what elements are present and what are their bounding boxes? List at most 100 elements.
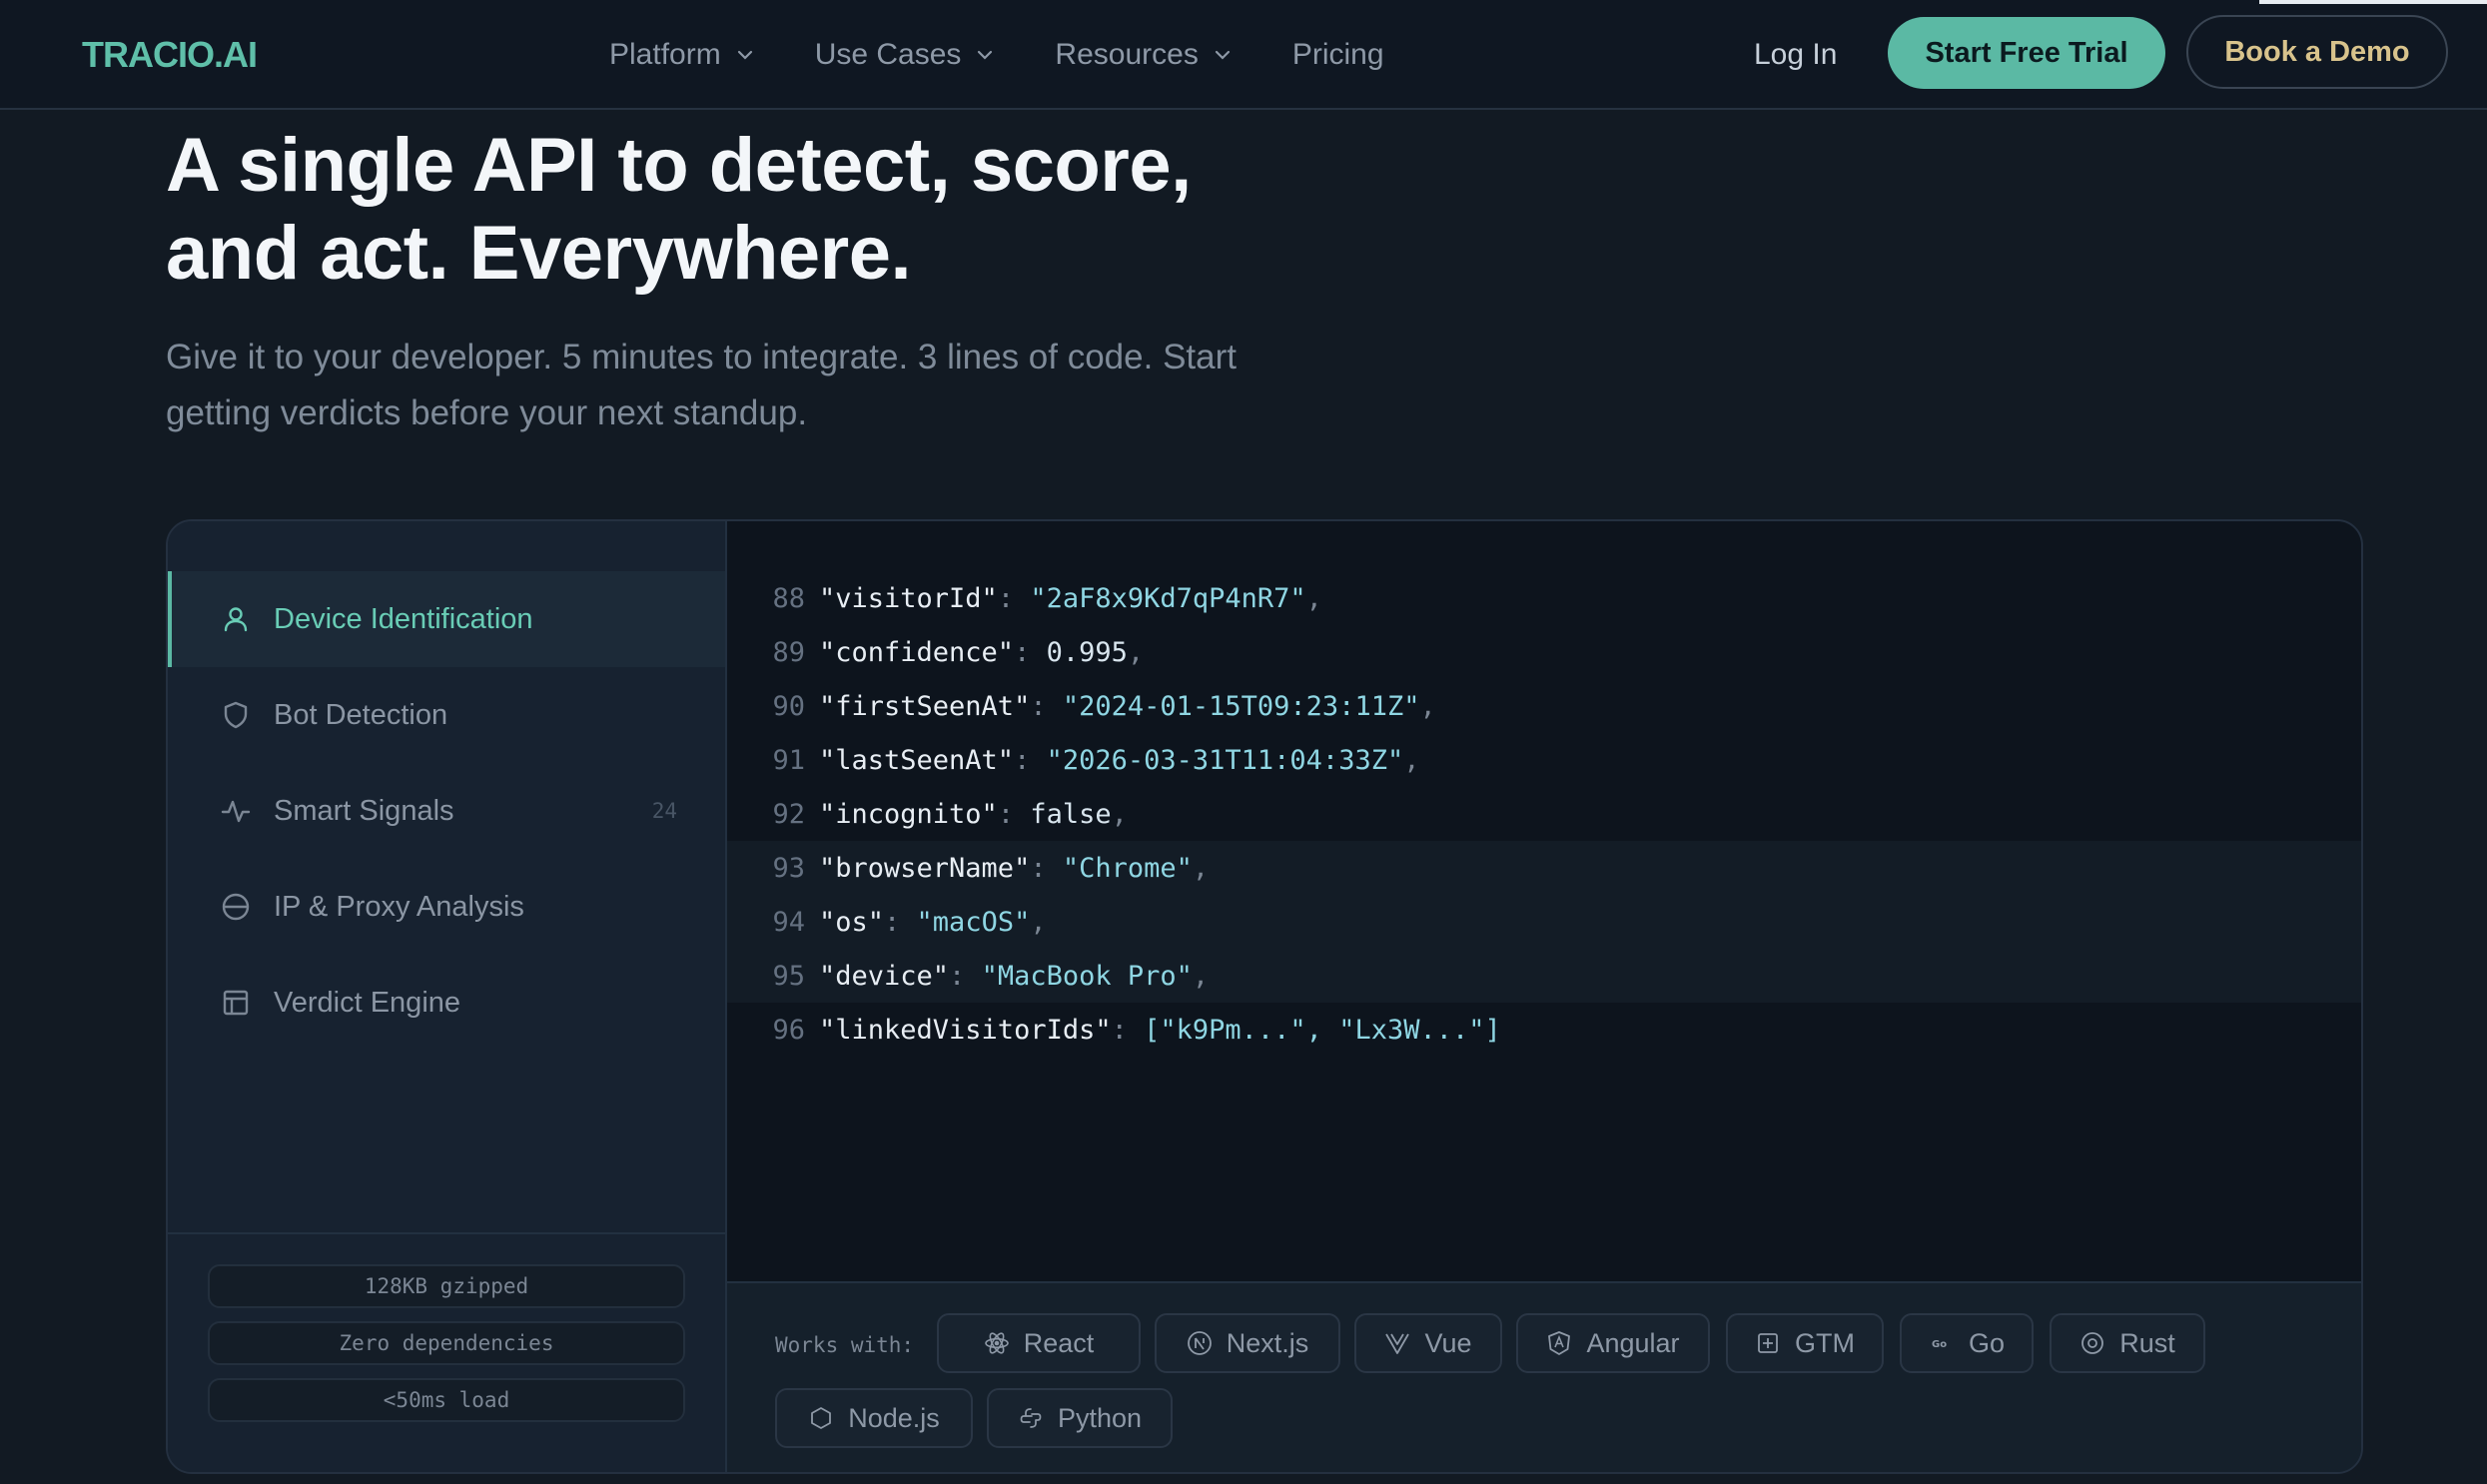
code-line: 90 "firstSeenAt": "2024-01-15T09:23:11Z", — [727, 679, 2361, 733]
line-number: 88 — [772, 582, 805, 614]
line-number: 96 — [772, 1014, 805, 1046]
sidebar-item-ip-proxy-analysis[interactable]: IP & Proxy Analysis — [168, 859, 725, 955]
json-comma: , — [1419, 690, 1436, 722]
sidebar-item-verdict-engine[interactable]: Verdict Engine — [168, 955, 725, 1051]
nav-pricing-label: Pricing — [1291, 38, 1384, 71]
json-value: "2026-03-31T11:04:33Z" — [1046, 744, 1404, 776]
line-number: 94 — [772, 906, 805, 938]
line-number: 90 — [772, 690, 805, 722]
nav-platform[interactable]: Platform — [609, 30, 755, 80]
json-colon: : — [1030, 690, 1063, 722]
feature-list: Device Identification Bot Detection Smar… — [168, 571, 725, 1051]
top-strip — [2259, 0, 2487, 4]
code-viewer: 88 "visitorId": "2aF8x9Kd7qP4nR7", 89 "conf… — [727, 521, 2361, 1281]
chip-label: Python — [1057, 1402, 1143, 1433]
json-comma: , — [1111, 798, 1128, 830]
chip-angular[interactable]: Angular — [1516, 1313, 1710, 1373]
nodejs-icon — [808, 1405, 834, 1431]
json-value: "Chrome" — [1062, 852, 1193, 884]
shield-icon — [220, 699, 252, 731]
nav-resources[interactable]: Resources — [1055, 30, 1232, 80]
hero-title-line-1: A single API to detect, score, — [166, 123, 1192, 208]
json-key: "incognito" — [819, 798, 998, 830]
activity-icon — [220, 795, 252, 827]
nav-links: Platform Use Cases Resources Pricing — [609, 30, 1384, 80]
angular-icon — [1546, 1330, 1572, 1356]
json-colon: : — [949, 960, 982, 992]
hero-title-line-2: and act. Everywhere. — [166, 211, 912, 296]
chip-label: Vue — [1424, 1327, 1472, 1358]
react-icon — [984, 1330, 1010, 1356]
demo-panel: Device Identification Bot Detection Smar… — [166, 519, 2363, 1474]
chevron-down-icon — [1213, 45, 1233, 65]
sidebar-item-device-identification[interactable]: Device Identification — [168, 571, 725, 667]
rust-icon — [2079, 1330, 2105, 1356]
json-colon: : — [884, 906, 917, 938]
sidebar-item-label: Bot Detection — [274, 698, 448, 731]
chip-label: Angular — [1586, 1327, 1680, 1358]
chip-label: Rust — [2119, 1327, 2175, 1358]
json-comma: , — [1030, 906, 1047, 938]
login-link[interactable]: Log In — [1754, 30, 1837, 80]
json-colon: : — [997, 798, 1031, 830]
chip-label: GTM — [1795, 1327, 1855, 1358]
code-line: 92 "incognito": false, — [727, 787, 2361, 841]
chip-vue[interactable]: Vue — [1354, 1313, 1502, 1373]
json-value: 0.995 — [1046, 636, 1128, 668]
globe-icon — [220, 891, 252, 923]
svg-text:Go: Go — [1932, 1339, 1947, 1350]
line-number: 89 — [772, 636, 805, 668]
line-number: 91 — [772, 744, 805, 776]
json-key: "firstSeenAt" — [819, 690, 1031, 722]
chevron-down-icon — [735, 45, 755, 65]
json-comma: , — [1127, 636, 1145, 668]
chip-go[interactable]: Go Go — [1900, 1313, 2034, 1373]
user-icon — [220, 603, 252, 635]
nav-pricing[interactable]: Pricing — [1292, 30, 1384, 80]
chip-rust[interactable]: Rust — [2050, 1313, 2205, 1373]
signals-count-badge: 24 — [651, 799, 677, 823]
json-key: "visitorId" — [819, 582, 998, 614]
chip-nextjs[interactable]: Next.js — [1155, 1313, 1340, 1373]
hero-title: A single API to detect, score, and act. … — [166, 122, 1464, 298]
json-comma: , — [1192, 852, 1210, 884]
start-free-trial-button[interactable]: Start Free Trial — [1888, 17, 2165, 89]
line-number: 93 — [772, 852, 805, 884]
json-key: "device" — [819, 960, 950, 992]
hero-subtitle-line-2: getting verdicts before your next standu… — [166, 393, 808, 432]
line-number: 92 — [772, 798, 805, 830]
book-demo-button[interactable]: Book a Demo — [2186, 15, 2448, 89]
sidebar-item-label: Device Identification — [274, 602, 533, 635]
code-line: 89 "confidence": 0.995, — [727, 625, 2361, 679]
chip-nodejs[interactable]: Node.js — [775, 1388, 973, 1448]
nav-platform-label: Platform — [609, 38, 721, 71]
chip-python[interactable]: Python — [987, 1388, 1173, 1448]
chip-gtm[interactable]: GTM — [1726, 1313, 1884, 1373]
json-colon: : — [1111, 1014, 1145, 1046]
json-value: ["k9Pm...", "Lx3W..."] — [1144, 1014, 1501, 1046]
json-key: "lastSeenAt" — [819, 744, 1015, 776]
nav-use-cases-label: Use Cases — [814, 38, 962, 71]
sidebar-item-label: Verdict Engine — [274, 986, 461, 1019]
json-comma: , — [1403, 744, 1420, 776]
chip-label: Next.js — [1226, 1327, 1309, 1358]
json-value: "2024-01-15T09:23:11Z" — [1062, 690, 1420, 722]
json-key: "os" — [819, 906, 885, 938]
works-with-bar: Works with: React Next.js Vue Angular GT… — [727, 1281, 2361, 1472]
stat-load-time: <50ms load — [208, 1378, 685, 1422]
chevron-down-icon — [975, 45, 995, 65]
sidebar-item-smart-signals[interactable]: Smart Signals 24 — [168, 763, 725, 859]
json-colon: : — [997, 582, 1031, 614]
table-icon — [220, 987, 252, 1019]
gtm-icon — [1755, 1330, 1781, 1356]
nextjs-icon — [1187, 1330, 1213, 1356]
works-with-label: Works with: — [775, 1333, 915, 1357]
code-line: 95 "device": "MacBook Pro", — [727, 949, 2361, 1003]
feature-sidebar: Device Identification Bot Detection Smar… — [168, 521, 727, 1472]
logo[interactable]: TRACIO.AI — [82, 30, 258, 80]
hero-subtitle-line-1: Give it to your developer. 5 minutes to … — [166, 338, 1237, 376]
sidebar-item-bot-detection[interactable]: Bot Detection — [168, 667, 725, 763]
chip-react[interactable]: React — [937, 1313, 1141, 1373]
top-nav: TRACIO.AI Platform Use Cases Resources P… — [0, 0, 2487, 110]
nav-use-cases[interactable]: Use Cases — [815, 30, 996, 80]
